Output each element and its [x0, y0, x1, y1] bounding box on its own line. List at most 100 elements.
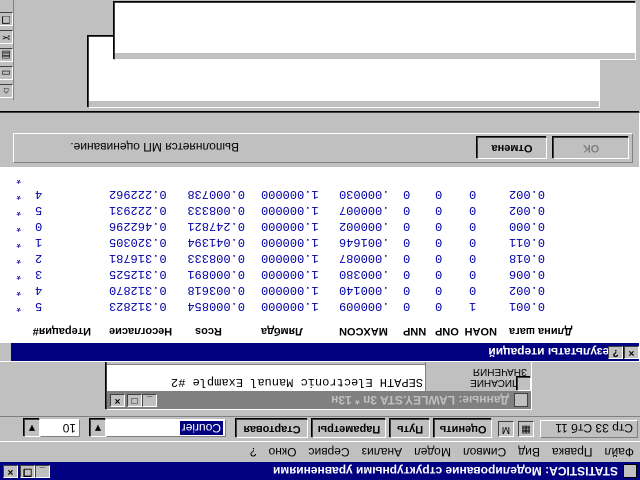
- table-cell: 1.000000: [261, 267, 319, 281]
- menu-item-1[interactable]: Правка: [552, 445, 593, 459]
- row-marker: *: [15, 251, 23, 265]
- table-cell: 0.320305: [109, 235, 167, 249]
- table-cell: .000007: [339, 203, 390, 217]
- results-help-icon[interactable]: ?: [608, 346, 623, 359]
- table-cell: 0: [469, 267, 477, 281]
- table-cell: 0: [435, 219, 443, 233]
- table-cell: 1: [35, 235, 43, 249]
- chart-icon[interactable]: ▦: [518, 421, 534, 437]
- col-header-6: ONP: [435, 325, 459, 337]
- table-cell: 0: [435, 203, 443, 217]
- data-scroll-up-icon[interactable]: [517, 377, 531, 391]
- menu-item-6[interactable]: Сервис: [309, 445, 350, 459]
- table-row: * 0 0.462296 0.247821 1.000000 .000002 0 0 0 0.00…: [0, 217, 639, 233]
- table-cell: 1.000000: [261, 219, 319, 233]
- table-cell: 5: [35, 299, 43, 313]
- restore-icon[interactable]: ❐: [20, 465, 35, 478]
- font-size-select[interactable]: 10: [40, 419, 80, 437]
- data-window-title-bar[interactable]: Данные: LAWLEY.STA 3п * 13н _ □ ×: [107, 391, 531, 409]
- table-cell: 0.002: [509, 187, 546, 201]
- table-cell: 0: [435, 267, 443, 281]
- mode-icon[interactable]: M: [498, 421, 514, 437]
- menu-item-7[interactable]: Окно: [269, 445, 297, 459]
- results-close-icon[interactable]: ×: [624, 346, 639, 359]
- table-cell: 0: [403, 235, 411, 249]
- ok-button[interactable]: OK: [553, 137, 629, 159]
- table-cell: 1.000000: [261, 251, 319, 265]
- data-window-title: Данные: LAWLEY.STA 3п * 13н: [331, 393, 509, 407]
- table-cell: 0: [403, 299, 411, 313]
- table-cell: 0.316781: [109, 251, 167, 265]
- table-cell: 0.002: [509, 203, 546, 217]
- table-row: * 1 0.320305 0.041394 1.000000 .001646 0 0 0 0.01…: [0, 233, 639, 249]
- table-cell: 0: [35, 219, 43, 233]
- tool-cut-icon[interactable]: ✂: [0, 30, 13, 44]
- table-cell: 0.000: [509, 219, 546, 233]
- font-size-dropdown-icon[interactable]: ▾: [24, 419, 40, 437]
- startup-button[interactable]: Стартовая: [236, 419, 308, 438]
- row-label-values: ЗНАЧЕНИЯ: [472, 366, 527, 377]
- table-row: * 5 0.222931 0.008333 1.000000 .000007 0 0 0 0.00…: [0, 201, 639, 217]
- close-icon[interactable]: ×: [3, 465, 18, 478]
- table-cell: 1.000000: [261, 187, 319, 201]
- table-cell: 0.312870: [109, 283, 167, 297]
- col-header-0: Итерация#: [32, 325, 91, 337]
- table-cell: 0: [435, 235, 443, 249]
- table-cell: 1.000000: [261, 203, 319, 217]
- estimate-button[interactable]: Оценить: [434, 419, 492, 438]
- table-cell: 0.000891: [187, 267, 245, 281]
- menu-item-3[interactable]: Символ: [463, 445, 506, 459]
- table-cell: 1.000000: [261, 299, 319, 313]
- data-minimize-icon[interactable]: _: [142, 394, 157, 407]
- cursor-position: Стр 33 Стб 11: [540, 420, 638, 438]
- font-dropdown-icon[interactable]: ▾: [90, 419, 106, 437]
- table-cell: 0: [403, 251, 411, 265]
- font-select[interactable]: Courier: [106, 419, 226, 437]
- results-table: Итерация# Несогласие Rcos Лямбда MAXCON NNP ON…: [0, 167, 639, 343]
- data-description-cell[interactable]: SEPATH Electronic Manual Example #2: [171, 375, 423, 389]
- data-maximize-icon[interactable]: □: [127, 394, 142, 407]
- tool-pointer-icon[interactable]: ⌂: [0, 84, 13, 98]
- tool-text-icon[interactable]: ▤: [0, 48, 13, 62]
- row-marker: *: [15, 171, 23, 185]
- table-row: * 4 0.222962 0.000738 1.000000 .000030 0 0 0 0.00…: [0, 185, 639, 201]
- row-marker: *: [15, 219, 23, 233]
- table-cell: .000002: [339, 219, 390, 233]
- menu-item-4[interactable]: Модел: [414, 445, 451, 459]
- data-close-icon[interactable]: ×: [110, 394, 125, 407]
- col-header-7: NOAH: [464, 325, 497, 337]
- table-cell: 0.041394: [187, 235, 245, 249]
- results-title-bar[interactable]: Результаты итераций × ?: [11, 343, 639, 361]
- table-cell: 0.222962: [109, 187, 167, 201]
- menu-item-0[interactable]: Файл: [604, 445, 634, 459]
- table-cell: 0.008333: [187, 251, 245, 265]
- table-cell: 0.006: [509, 267, 546, 281]
- table-cell: 0: [469, 187, 477, 201]
- col-header-3: Лямбда: [261, 325, 303, 337]
- table-cell: 0: [435, 187, 443, 201]
- parameters-button[interactable]: Параметры: [312, 419, 386, 438]
- table-cell: .000030: [339, 187, 390, 201]
- results-header-row: Итерация# Несогласие Rcos Лямбда MAXCON NNP ON…: [0, 321, 639, 337]
- row-marker: *: [15, 267, 23, 281]
- table-cell: 0: [403, 283, 411, 297]
- row-marker: *: [15, 187, 23, 201]
- menu-item-2[interactable]: Вид: [518, 445, 540, 459]
- table-cell: 0.018: [509, 251, 546, 265]
- path-button[interactable]: Путь: [390, 419, 430, 438]
- tool-rect-icon[interactable]: ▭: [0, 66, 13, 80]
- table-cell: 0: [403, 219, 411, 233]
- col-header-5: NNP: [403, 325, 427, 337]
- table-cell: 0.462296: [109, 219, 167, 233]
- table-cell: 0: [469, 235, 477, 249]
- app-icon[interactable]: [623, 464, 637, 478]
- minimize-icon[interactable]: _: [35, 465, 50, 478]
- table-cell: 0: [469, 283, 477, 297]
- menu-item-5[interactable]: Анализ: [362, 445, 403, 459]
- table-cell: 0: [403, 203, 411, 217]
- cancel-button[interactable]: Отмена: [477, 137, 547, 159]
- tool-copy-icon[interactable]: ❐: [0, 12, 13, 26]
- table-cell: 2: [35, 251, 43, 265]
- menu-item-8[interactable]: ?: [250, 445, 257, 459]
- row-marker: *: [15, 235, 23, 249]
